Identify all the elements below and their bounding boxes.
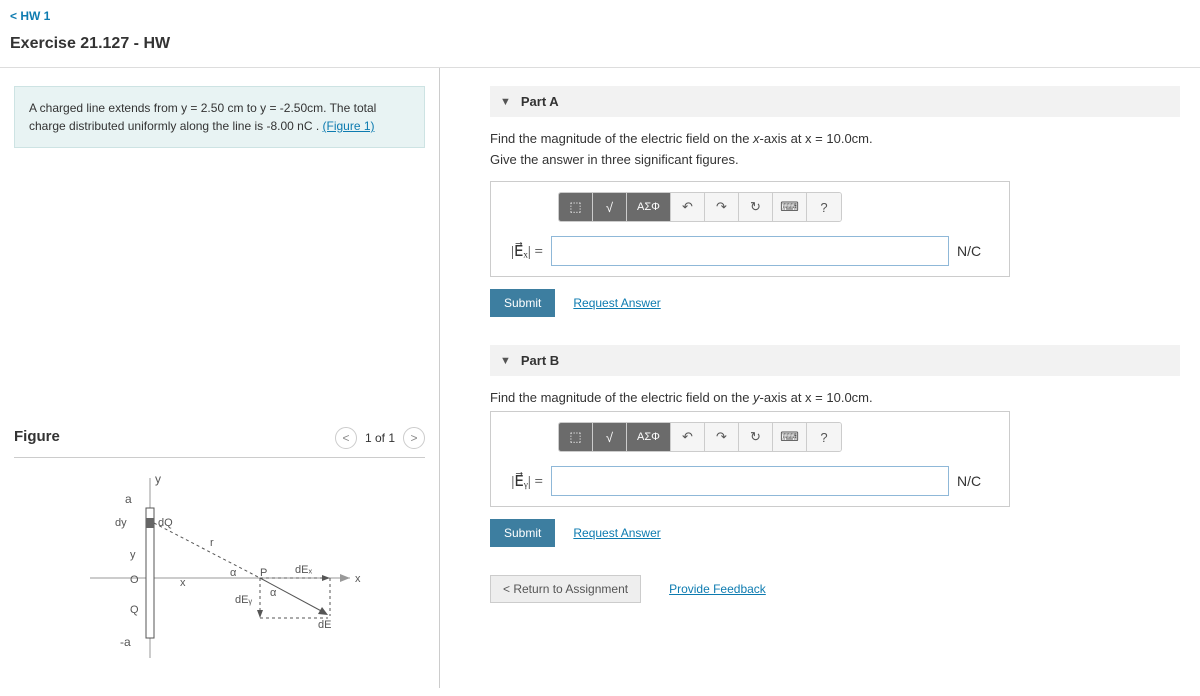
part-b-toolbar: ⬚ √ ΑΣΦ ↶ ↷ ↻ ⌨ ? (558, 422, 842, 452)
greek-button[interactable]: ΑΣΦ (627, 193, 671, 221)
help-button[interactable]: ? (807, 423, 841, 451)
figure-link[interactable]: (Figure 1) (323, 119, 375, 133)
svg-text:O: O (130, 574, 139, 586)
keyboard-button[interactable]: ⌨ (773, 193, 807, 221)
part-a-input[interactable] (551, 236, 949, 266)
problem-statement: A charged line extends from y = 2.50 cm … (14, 86, 425, 148)
undo-button[interactable]: ↶ (671, 193, 705, 221)
figure-container: y x a dy dQ y O Q -a x r P dEₓ (14, 457, 425, 667)
part-b-request-link[interactable]: Request Answer (573, 526, 660, 540)
figure-count: 1 of 1 (365, 431, 395, 445)
part-a-instruction: Give the answer in three significant fig… (490, 152, 1180, 167)
part-b-question: Find the magnitude of the electric field… (490, 390, 1180, 405)
svg-text:x: x (180, 577, 186, 589)
svg-text:y: y (155, 472, 161, 486)
part-a-var-label: |E⃗ₓ| = (503, 242, 543, 261)
svg-text:dQ: dQ (158, 517, 173, 529)
svg-text:Q: Q (130, 604, 139, 616)
reset-button[interactable]: ↻ (739, 193, 773, 221)
part-b-submit-button[interactable]: Submit (490, 519, 555, 547)
help-button[interactable]: ? (807, 193, 841, 221)
svg-text:P: P (260, 567, 267, 579)
part-b-label: Part B (521, 353, 559, 368)
reset-button[interactable]: ↻ (739, 423, 773, 451)
svg-text:a: a (125, 492, 132, 506)
return-button[interactable]: < Return to Assignment (490, 575, 641, 603)
part-b-var-label: |E⃗ᵧ| = (503, 472, 543, 491)
redo-button[interactable]: ↷ (705, 193, 739, 221)
caret-down-icon: ▼ (500, 96, 511, 108)
part-b-input[interactable] (551, 466, 949, 496)
svg-text:α: α (230, 567, 237, 579)
svg-text:dy: dy (115, 517, 127, 529)
figure-prev-button[interactable]: < (335, 427, 357, 449)
template-button[interactable]: ⬚ (559, 193, 593, 221)
keyboard-button[interactable]: ⌨ (773, 423, 807, 451)
figure-svg: y x a dy dQ y O Q -a x r P dEₓ (70, 468, 370, 667)
back-link[interactable]: < HW 1 (10, 9, 50, 23)
svg-text:dE: dE (318, 619, 331, 631)
svg-text:α: α (270, 587, 277, 599)
part-a-label: Part A (521, 94, 559, 109)
undo-button[interactable]: ↶ (671, 423, 705, 451)
part-a-toolbar: ⬚ √ ΑΣΦ ↶ ↷ ↻ ⌨ ? (558, 192, 842, 222)
svg-text:-a: -a (120, 635, 131, 649)
sqrt-button[interactable]: √ (593, 423, 627, 451)
feedback-link[interactable]: Provide Feedback (669, 582, 766, 596)
figure-next-button[interactable]: > (403, 427, 425, 449)
part-a-request-link[interactable]: Request Answer (573, 296, 660, 310)
caret-down-icon: ▼ (500, 355, 511, 367)
part-a-unit: N/C (957, 243, 997, 259)
svg-text:dEₓ: dEₓ (295, 564, 312, 576)
greek-button[interactable]: ΑΣΦ (627, 423, 671, 451)
part-a-question: Find the magnitude of the electric field… (490, 131, 1180, 146)
part-a-answer-box: ⬚ √ ΑΣΦ ↶ ↷ ↻ ⌨ ? |E⃗ₓ| = N/C (490, 181, 1010, 277)
back-link-text: HW 1 (20, 9, 50, 23)
svg-text:dEᵧ: dEᵧ (235, 594, 252, 606)
part-a-submit-button[interactable]: Submit (490, 289, 555, 317)
svg-text:r: r (210, 537, 214, 549)
redo-button[interactable]: ↷ (705, 423, 739, 451)
svg-text:x: x (355, 573, 361, 585)
part-a-header[interactable]: ▼ Part A (490, 86, 1180, 117)
template-button[interactable]: ⬚ (559, 423, 593, 451)
part-b-answer-box: ⬚ √ ΑΣΦ ↶ ↷ ↻ ⌨ ? |E⃗ᵧ| = N/C (490, 411, 1010, 507)
page-title: Exercise 21.127 - HW (0, 31, 1200, 67)
sqrt-button[interactable]: √ (593, 193, 627, 221)
svg-text:y: y (130, 549, 136, 561)
part-b-header[interactable]: ▼ Part B (490, 345, 1180, 376)
part-b-unit: N/C (957, 473, 997, 489)
